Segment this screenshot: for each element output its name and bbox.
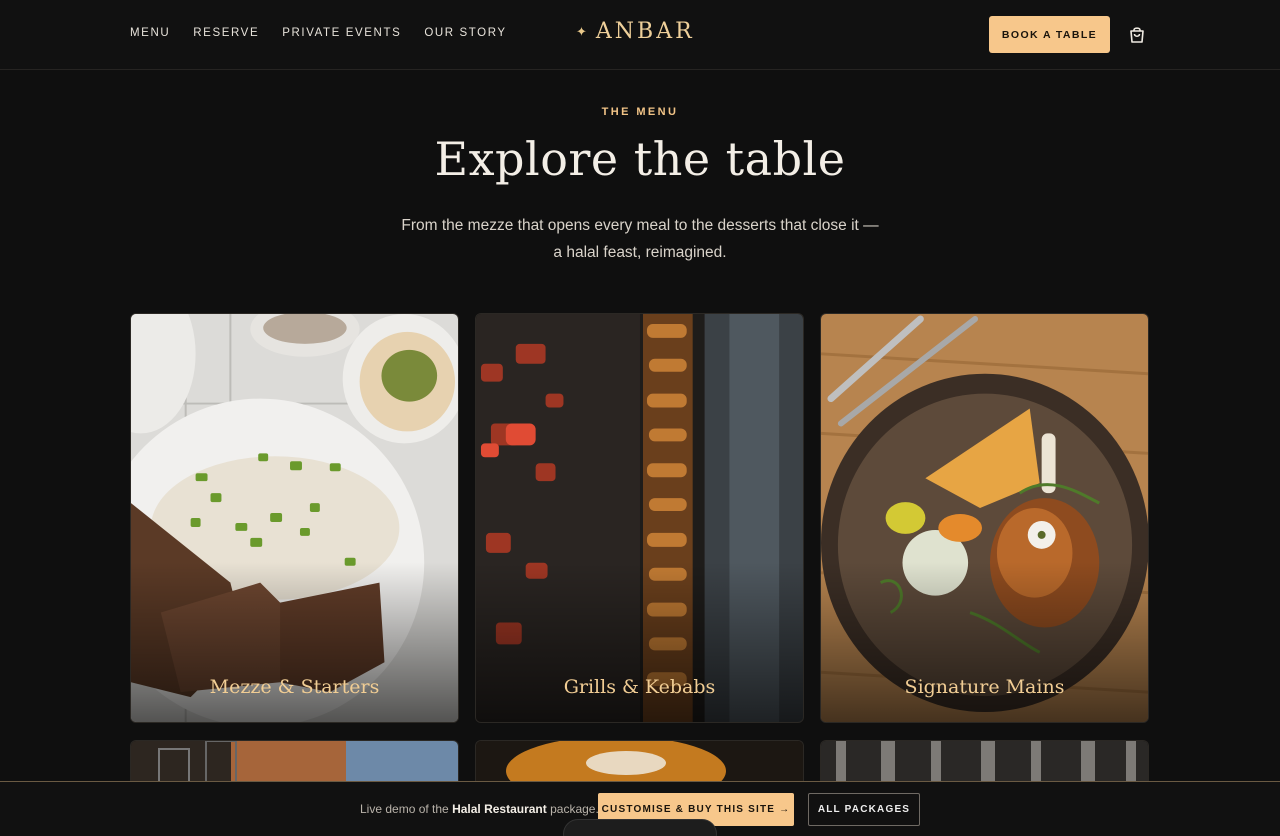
book-table-button[interactable]: BOOK A TABLE xyxy=(989,16,1110,53)
category-label: Grills & Kebabs xyxy=(563,676,716,698)
card-shade xyxy=(476,562,803,722)
promo-prefix: Live demo of the xyxy=(360,802,453,816)
nav-link-menu[interactable]: MENU xyxy=(130,27,170,39)
category-card-mezze[interactable]: Mezze & Starters xyxy=(130,313,459,723)
brand-name: ANBAR xyxy=(595,19,695,44)
promo-package-name: Halal Restaurant xyxy=(452,802,547,816)
main-nav: MENU RESERVE PRIVATE EVENTS OUR STORY xyxy=(130,27,507,39)
promo-text: Live demo of the Halal Restaurant packag… xyxy=(360,802,599,816)
sparkle-icon: ✦ xyxy=(576,24,587,39)
page-subtitle: From the mezze that opens every meal to … xyxy=(401,217,879,261)
card-shade xyxy=(131,562,458,722)
promo-suffix: package. xyxy=(546,802,599,816)
category-card-mains[interactable]: Signature Mains xyxy=(820,313,1149,723)
floating-dock[interactable] xyxy=(563,819,717,836)
card-shade xyxy=(821,562,1148,722)
section-eyebrow: THE MENU xyxy=(601,106,679,118)
shopping-bag-icon[interactable] xyxy=(1127,25,1147,45)
category-label: Signature Mains xyxy=(904,676,1065,698)
nav-link-our-story[interactable]: OUR STORY xyxy=(424,27,506,39)
page-title: Explore the table xyxy=(434,132,846,186)
brand-logo[interactable]: ✦ ANBAR xyxy=(576,19,695,44)
nav-link-reserve[interactable]: RESERVE xyxy=(193,27,259,39)
site-header: MENU RESERVE PRIVATE EVENTS OUR STORY ✦ … xyxy=(0,0,1280,70)
category-card-grills[interactable]: Grills & Kebabs xyxy=(475,313,804,723)
all-packages-button[interactable]: ALL PACKAGES xyxy=(808,793,920,826)
category-label: Mezze & Starters xyxy=(209,676,380,698)
nav-link-private-events[interactable]: PRIVATE EVENTS xyxy=(282,27,401,39)
